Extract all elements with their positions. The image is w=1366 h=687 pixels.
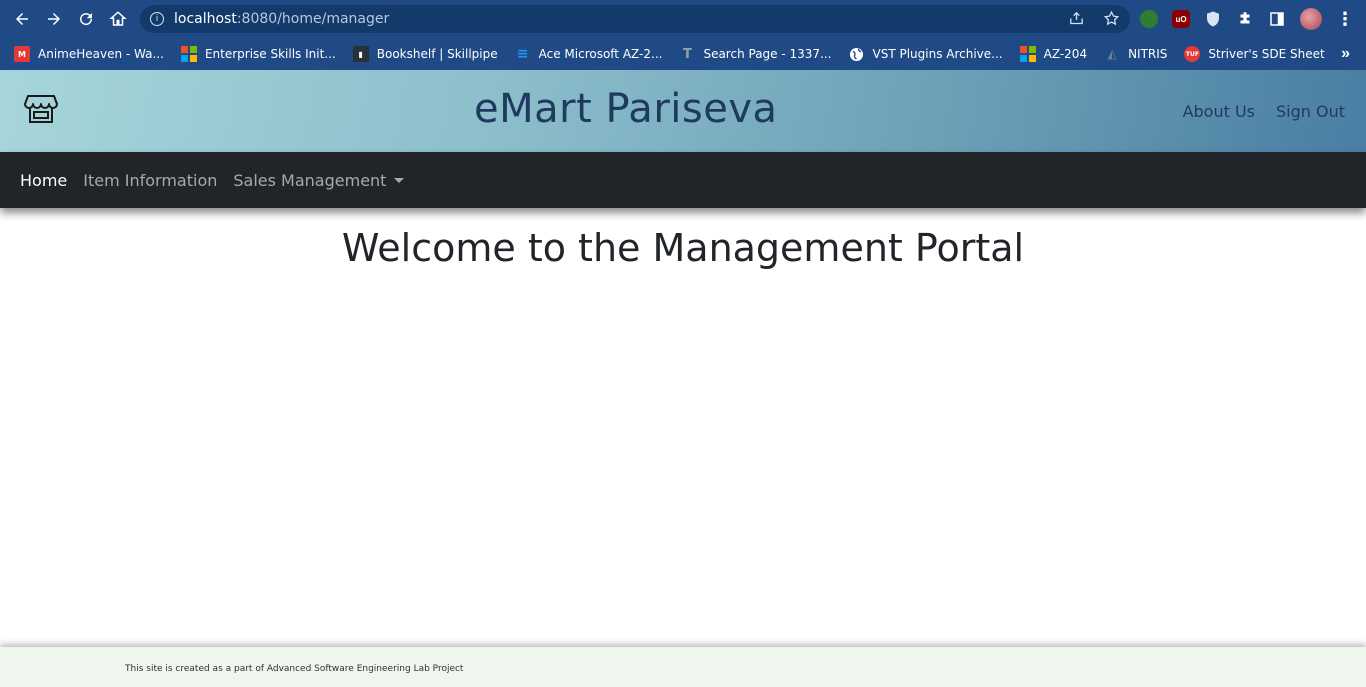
bookmark-item[interactable]: TUF Striver's SDE Sheet [1184, 46, 1325, 62]
ace-icon: ≡ [516, 46, 529, 62]
browser-toolbar: i localhost:8080/home/manager uO ⋮ [0, 0, 1366, 38]
main-navbar: Home Item Information Sales Management [0, 152, 1366, 208]
sign-out-link[interactable]: Sign Out [1276, 102, 1345, 121]
nav-buttons [6, 3, 134, 35]
omnibox-actions [1068, 10, 1120, 32]
bookmark-item[interactable]: ▮ Bookshelf | Skillpipe [352, 46, 498, 62]
bookmark-label: Striver's SDE Sheet [1208, 47, 1325, 61]
bookmarks-bar: M AnimeHeaven - Wa... Enterprise Skills I… [0, 38, 1366, 70]
more-bookmarks-icon[interactable]: » [1341, 38, 1350, 70]
globe-icon [849, 46, 865, 62]
address-url[interactable]: localhost:8080/home/manager [174, 11, 389, 27]
bookmark-label: Enterprise Skills Init... [204, 47, 336, 61]
extension-green-icon[interactable] [1140, 10, 1158, 28]
brand-title[interactable]: eMart Pariseva [474, 86, 778, 132]
bookmark-item[interactable]: Enterprise Skills Init... [180, 46, 336, 62]
page-title: Welcome to the Management Portal [341, 226, 1025, 270]
site-footer: This site is created as a part of Advanc… [0, 647, 1366, 687]
bookmark-item[interactable]: M AnimeHeaven - Wa... [14, 46, 164, 62]
url-host: localhost [174, 11, 237, 27]
bookmark-item[interactable]: T Search Page - 1337... [679, 46, 831, 62]
header-links: About Us Sign Out [1183, 102, 1345, 121]
skillpipe-icon: ▮ [352, 46, 369, 62]
about-us-link[interactable]: About Us [1183, 102, 1255, 121]
microsoft-icon [180, 46, 197, 62]
site-header: eMart Pariseva About Us Sign Out [0, 70, 1366, 152]
store-icon[interactable] [24, 92, 58, 126]
address-bar[interactable]: i localhost:8080/home/manager [140, 5, 1130, 33]
tuf-icon: TUF [1184, 46, 1201, 62]
side-panel-icon[interactable] [1268, 10, 1286, 28]
ublock-icon[interactable]: uO [1172, 10, 1190, 28]
menu-kebab-icon[interactable]: ⋮ [1336, 10, 1354, 28]
bookmark-item[interactable]: VST Plugins Archive... [849, 46, 1003, 62]
profile-avatar[interactable] [1300, 8, 1322, 30]
site-info-icon[interactable]: i [150, 12, 164, 26]
microsoft-icon [1019, 46, 1036, 62]
bookmark-item[interactable]: ≡ Ace Microsoft AZ-2... [515, 46, 663, 62]
nav-item-information[interactable]: Item Information [83, 171, 217, 190]
extensions-area: uO ⋮ [1140, 0, 1354, 38]
bookmark-item[interactable]: AZ-204 [1019, 46, 1088, 62]
dropdown-caret-icon [394, 177, 405, 183]
shield-extension-icon[interactable] [1204, 10, 1222, 28]
bookmark-label: Ace Microsoft AZ-2... [538, 47, 663, 61]
share-icon[interactable] [1068, 10, 1085, 32]
bookmark-label: AZ-204 [1043, 47, 1088, 61]
footer-text: This site is created as a part of Advanc… [125, 664, 464, 674]
bookmark-label: AnimeHeaven - Wa... [38, 47, 164, 61]
bookmark-item[interactable]: ◭ NITRIS [1104, 46, 1167, 62]
forward-arrow-icon[interactable] [38, 3, 70, 35]
nav-home[interactable]: Home [20, 171, 67, 190]
puzzle-icon[interactable] [1236, 10, 1254, 28]
nitris-icon: ◭ [1107, 47, 1117, 61]
bookmark-star-icon[interactable] [1103, 10, 1120, 32]
1337x-icon: T [683, 46, 692, 62]
bookmark-label: NITRIS [1128, 47, 1168, 61]
reload-icon[interactable] [70, 3, 102, 35]
bookmark-label: Search Page - 1337... [703, 47, 832, 61]
bookmark-label: Bookshelf | Skillpipe [376, 47, 498, 61]
bookmark-label: VST Plugins Archive... [872, 47, 1003, 61]
url-path: :8080/home/manager [236, 11, 390, 27]
nav-sales-label: Sales Management [233, 170, 387, 190]
nav-sales-management[interactable]: Sales Management [233, 170, 405, 190]
home-icon[interactable] [102, 3, 134, 35]
back-arrow-icon[interactable] [6, 3, 38, 35]
animeheaven-icon: M [14, 46, 30, 62]
